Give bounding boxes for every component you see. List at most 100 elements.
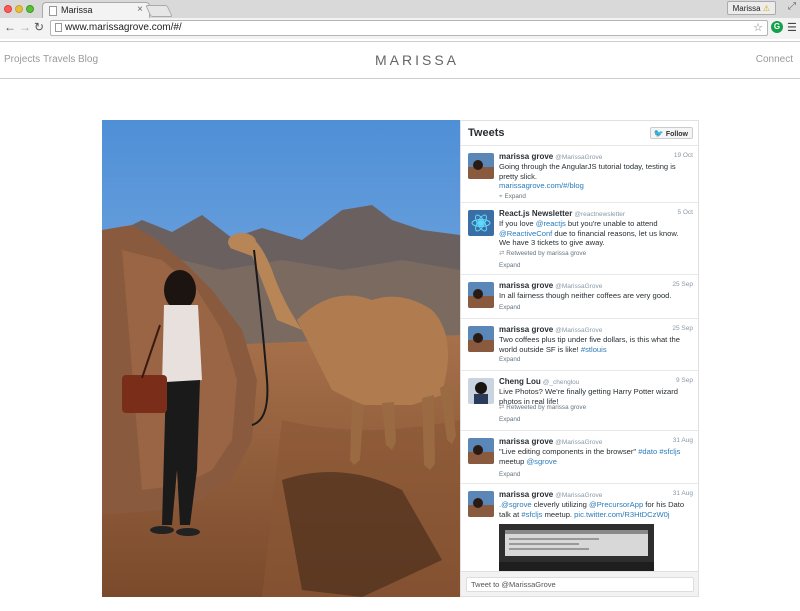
hero-photo	[102, 120, 460, 597]
tweet-item[interactable]: React.js Newsletter @reactnewsletter 5 Oc…	[461, 203, 698, 275]
retweeted-by: Retweeted by marissa grove	[506, 250, 587, 257]
tweet-date[interactable]: 31 Aug	[673, 437, 693, 444]
browser-chrome: Marissa × Marissa ⚠ ⤢ ← → ↻ www.marissag…	[0, 0, 800, 39]
tweet-date[interactable]: 5 Oct	[677, 209, 693, 216]
close-window-button[interactable]	[4, 5, 12, 13]
author-name: marissa grove	[499, 152, 554, 161]
retweet-icon: ⇄	[499, 404, 505, 411]
browser-toolbar: ← → ↻ www.marissagrove.com/#/ ☆ G ☰	[0, 18, 800, 39]
avatar[interactable]	[468, 210, 494, 236]
tweet-date[interactable]: 19 Oct	[674, 152, 693, 159]
tweet-date[interactable]: 25 Sep	[672, 325, 693, 332]
tweet-date[interactable]: 31 Aug	[673, 490, 693, 497]
zoom-window-button[interactable]	[26, 5, 34, 13]
tweet-date[interactable]: 9 Sep	[676, 377, 693, 384]
expand-link[interactable]: Expand	[499, 304, 520, 311]
new-tab-button[interactable]	[145, 5, 173, 17]
tweet-text-part: meetup	[499, 456, 527, 466]
retweet-indicator: ⇄ Retweeted by marissa grove	[499, 250, 586, 257]
tweet-mention[interactable]: .@sgrove	[499, 500, 532, 509]
tweet-item[interactable]: marissa grove @MarissaGrove 25 Sep In all…	[461, 275, 698, 319]
tweet-author[interactable]: marissa grove @MarissaGrove	[499, 152, 602, 161]
tweet-date[interactable]: 25 Sep	[672, 281, 693, 288]
expand-label: Expand	[499, 416, 521, 423]
reload-icon[interactable]: ↻	[34, 20, 44, 34]
address-bar[interactable]: www.marissagrove.com/#/ ☆	[50, 20, 768, 36]
follow-button[interactable]: 🐦 Follow	[649, 127, 693, 139]
tab-strip: Marissa × Marissa ⚠ ⤢	[0, 0, 800, 19]
author-handle: @MarissaGrove	[555, 439, 603, 446]
author-handle: @MarissaGrove	[555, 492, 603, 499]
tweet-mention[interactable]: @reactjs	[536, 219, 566, 228]
expand-link[interactable]: Expand	[499, 471, 520, 478]
tweet-author[interactable]: marissa grove @MarissaGrove	[499, 437, 602, 446]
star-icon[interactable]: ☆	[753, 21, 763, 34]
camel-desert-photo	[102, 120, 460, 597]
tweet-author[interactable]: Cheng Lou @_chenglou	[499, 377, 579, 386]
tweet-item[interactable]: marissa grove @MarissaGrove 19 Oct Going …	[461, 146, 698, 203]
tweet-author[interactable]: marissa grove @MarissaGrove	[499, 325, 602, 334]
expand-link[interactable]: Expand	[499, 416, 520, 423]
author-name: marissa grove	[499, 490, 554, 499]
tweet-text-part: "Live editing components in the browser"	[499, 447, 639, 456]
profile-name: Marissa	[732, 4, 761, 13]
nav-connect[interactable]: Connect	[756, 54, 793, 65]
tweet-author[interactable]: marissa grove @MarissaGrove	[499, 281, 602, 290]
tweet-item[interactable]: marissa grove @MarissaGrove 25 Sep Two co…	[461, 319, 698, 371]
tweet-author[interactable]: React.js Newsletter @reactnewsletter	[499, 209, 625, 218]
tweets-widget: Tweets 🐦 Follow marissa grove @MarissaGrov…	[460, 120, 699, 597]
avatar[interactable]	[468, 438, 494, 464]
tab-title: Marissa	[61, 5, 93, 15]
expand-label: Expand	[504, 193, 526, 200]
widget-header: Tweets 🐦 Follow	[461, 121, 698, 146]
address-url[interactable]: www.marissagrove.com/#/	[65, 22, 182, 33]
retweet-icon: ⇄	[499, 250, 505, 257]
tweet-hashtag[interactable]: #sfcljs	[521, 510, 542, 519]
author-name: marissa grove	[499, 281, 554, 290]
page-icon	[55, 23, 62, 32]
tweet-hashtag[interactable]: #sfcljs	[659, 447, 680, 456]
location-pin-icon: ⌖	[499, 193, 503, 200]
tweet-mention[interactable]: @ReactiveConf	[499, 229, 552, 238]
author-name: Cheng Lou	[499, 377, 541, 386]
expand-label: Expand	[499, 262, 521, 269]
fullscreen-icon[interactable]: ⤢	[788, 1, 796, 12]
tweet-mention[interactable]: @PrecursorApp	[589, 500, 643, 509]
back-arrow-icon[interactable]: ←	[4, 20, 16, 34]
avatar[interactable]	[468, 282, 494, 308]
avatar[interactable]	[468, 153, 494, 179]
avatar[interactable]	[468, 326, 494, 352]
tweet-hashtag[interactable]: #dato	[638, 447, 657, 456]
grammarly-icon[interactable]: G	[771, 21, 783, 33]
tweet-to-input[interactable]: Tweet to @MarissaGrove	[466, 577, 694, 592]
tweet-composer: Tweet to @MarissaGrove	[461, 571, 698, 596]
author-name: React.js Newsletter	[499, 209, 573, 218]
tweet-text: Going through the AngularJS tutorial tod…	[499, 162, 691, 191]
tweet-mention[interactable]: @sgrove	[526, 457, 557, 466]
tweet-item[interactable]: marissa grove @MarissaGrove 31 Aug "Live …	[461, 431, 698, 484]
expand-link[interactable]: Expand	[499, 356, 520, 363]
tweet-hashtag[interactable]: #stlouis	[581, 345, 607, 354]
author-handle: @MarissaGrove	[555, 154, 603, 161]
profile-button[interactable]: Marissa ⚠	[726, 1, 776, 15]
minimize-window-button[interactable]	[15, 5, 23, 13]
tweet-text-part: Live Photos? We're finally getting Harry…	[499, 387, 678, 406]
tweet-link[interactable]: marissagrove.com/#/blog	[499, 181, 584, 190]
tweet-pic-link[interactable]: pic.twitter.com/R3HtDCzW0j	[574, 510, 669, 519]
avatar[interactable]	[468, 491, 494, 517]
tweet-author[interactable]: marissa grove @MarissaGrove	[499, 490, 602, 499]
browser-tab[interactable]: Marissa ×	[42, 2, 150, 19]
menu-icon[interactable]: ☰	[787, 21, 797, 34]
expand-link[interactable]: Expand	[499, 262, 520, 269]
site-brand[interactable]: MARISSA	[0, 52, 800, 68]
avatar[interactable]	[468, 378, 494, 404]
tab-close-icon[interactable]: ×	[137, 4, 143, 15]
forward-arrow-icon[interactable]: →	[19, 20, 31, 34]
tweet-text: Two coffees plus tip under five dollars,…	[499, 335, 691, 354]
expand-label: Expand	[499, 304, 521, 311]
tweet-item[interactable]: marissa grove @MarissaGrove 31 Aug .@sgro…	[461, 484, 698, 584]
tweet-item[interactable]: Cheng Lou @_chenglou 9 Sep Live Photos? W…	[461, 371, 698, 431]
tweet-text-part: but you're unable to attend	[565, 219, 658, 228]
tweet-text: "Live editing components in the browser"…	[499, 447, 691, 466]
expand-link[interactable]: ⌖ Expand	[499, 193, 526, 201]
